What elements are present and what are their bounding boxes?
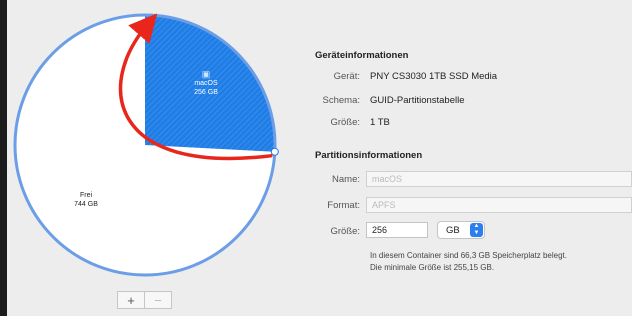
usage-note-line: In diesem Container sind 66,3 GB Speiche… bbox=[370, 251, 568, 260]
remove-partition-button[interactable]: − bbox=[144, 292, 171, 308]
free-slice-label: Frei 744 GB bbox=[74, 192, 98, 208]
partition-size-input[interactable]: 256 bbox=[366, 222, 428, 238]
macos-slice-label: ▣ macOS 256 GB bbox=[183, 70, 229, 97]
minimum-size-line: Die minimale Größe ist 255,15 GB. bbox=[370, 263, 495, 272]
volume-icon: ▣ bbox=[201, 69, 211, 79]
scheme-label: Schema: bbox=[322, 95, 361, 106]
device-label: Gerät: bbox=[333, 71, 360, 82]
size-unit-popup[interactable]: GB ▲ ▼ bbox=[437, 221, 485, 239]
container-usage-note: In diesem Container sind 66,3 GB Speiche… bbox=[370, 250, 567, 274]
popup-chevron-icon: ▲ ▼ bbox=[470, 223, 483, 237]
format-label: Format: bbox=[327, 200, 360, 211]
partition-size-label: Größe: bbox=[330, 226, 360, 237]
slice-resize-handle[interactable] bbox=[270, 147, 279, 156]
add-partition-button[interactable]: + bbox=[118, 292, 144, 308]
device-size-label: Größe: bbox=[330, 117, 360, 128]
scheme-value: GUID-Partitionstabelle bbox=[370, 95, 465, 106]
partition-info-heading: Partitionsinformationen bbox=[315, 150, 423, 161]
size-unit-value: GB bbox=[446, 225, 460, 236]
name-label: Name: bbox=[332, 174, 360, 185]
device-info-heading: Geräteinformationen bbox=[315, 50, 409, 61]
format-select[interactable]: APFS bbox=[366, 197, 632, 213]
device-size-value: 1 TB bbox=[370, 117, 390, 128]
partition-pie-chart[interactable] bbox=[0, 0, 300, 316]
add-remove-partition-buttons: + − bbox=[117, 291, 172, 309]
partition-name-field[interactable]: macOS bbox=[366, 171, 632, 187]
device-value: PNY CS3030 1TB SSD Media bbox=[370, 71, 498, 82]
